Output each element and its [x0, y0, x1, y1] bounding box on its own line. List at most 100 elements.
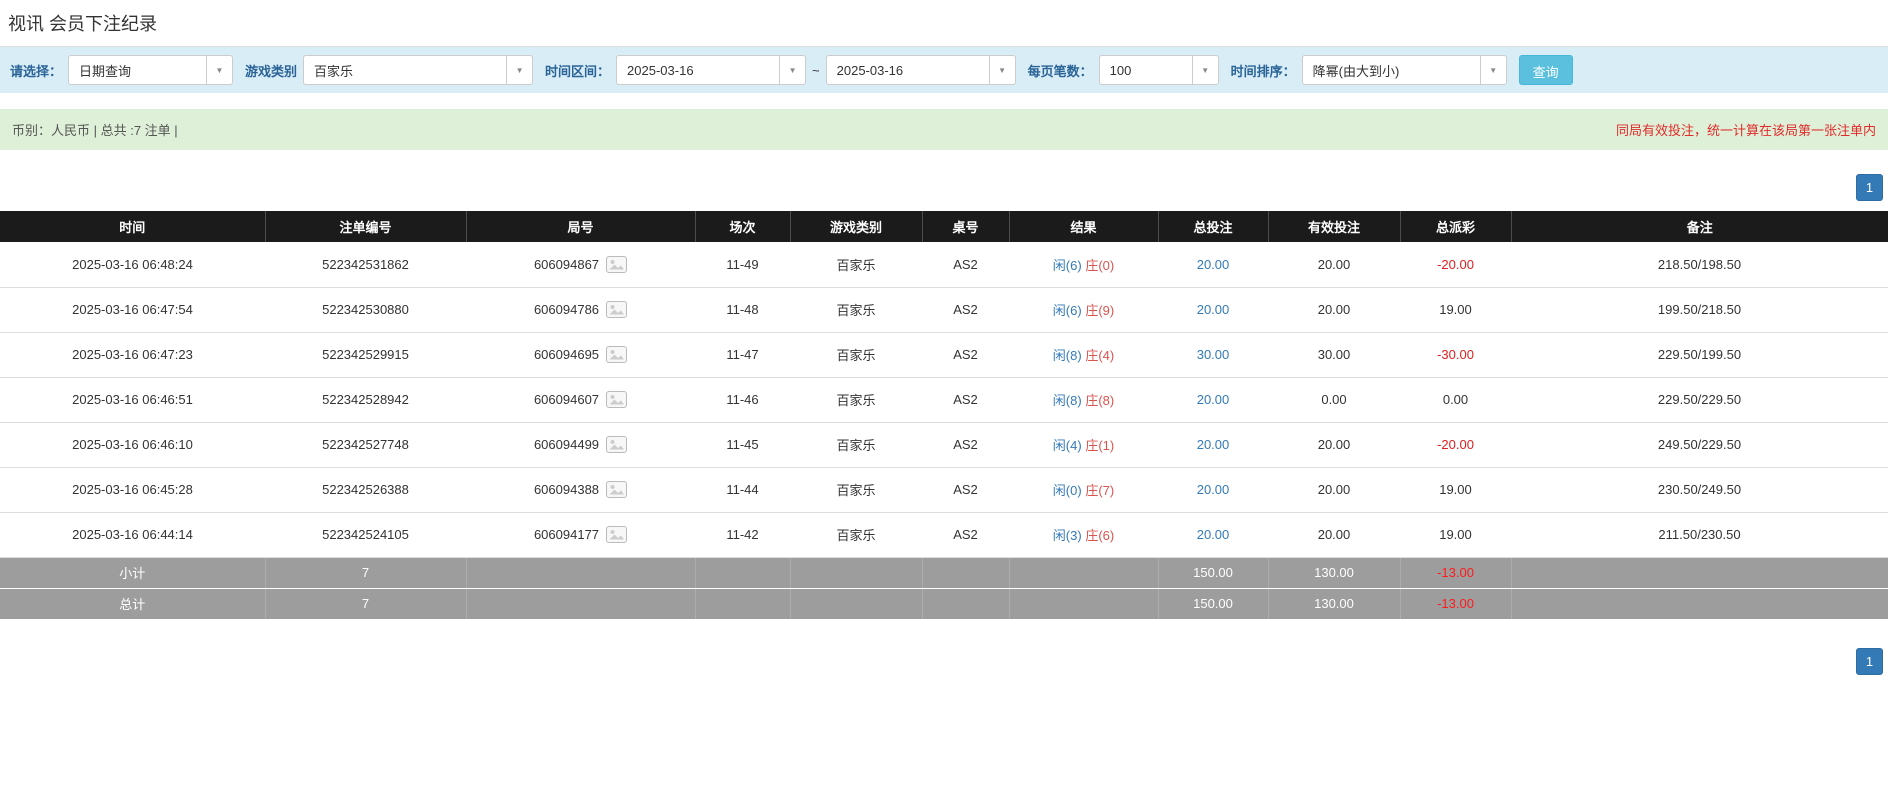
chevron-down-icon: ▼: [1480, 56, 1506, 84]
cell-session: 11-45: [695, 422, 790, 467]
game-type-dropdown[interactable]: 百家乐 ▼: [303, 55, 533, 85]
result-player: 闲(6): [1053, 258, 1082, 273]
query-type-dropdown[interactable]: 日期查询 ▼: [68, 55, 233, 85]
cell-total-bet: 20.00: [1158, 242, 1268, 287]
cell-table-no: AS2: [922, 242, 1009, 287]
cell-result: 闲(6) 庄(9): [1009, 287, 1158, 332]
total-bet-link[interactable]: 20.00: [1197, 302, 1230, 317]
time-range-group: 时间区间： 2025-03-16 ▼ ~ 2025-03-16 ▼: [545, 55, 1016, 85]
round-id-text: 606094786: [534, 302, 599, 317]
page-size-label: 每页笔数：: [1028, 61, 1093, 80]
cell-time: 2025-03-16 06:47:54: [0, 287, 265, 332]
cell-bet-id: 522342530880: [265, 287, 466, 332]
cell-total-bet: 30.00: [1158, 332, 1268, 377]
cell-game-type: 百家乐: [790, 512, 922, 557]
cell-valid-bet: 0.00: [1268, 377, 1400, 422]
result-player: 闲(8): [1053, 348, 1082, 363]
subtotal-valid-bet: 130.00: [1268, 557, 1400, 588]
cell-bet-id: 522342527748: [265, 422, 466, 467]
sort-dropdown[interactable]: 降幂(由大到小) ▼: [1302, 55, 1507, 85]
col-game-type: 游戏类别: [790, 211, 922, 242]
cell-round-id: 606094607: [466, 377, 695, 422]
subtotal-payout: -13.00: [1400, 557, 1511, 588]
cell-total-bet: 20.00: [1158, 377, 1268, 422]
round-id-text: 606094499: [534, 437, 599, 452]
cell-game-type: 百家乐: [790, 467, 922, 512]
table-footer: 小计 7 150.00 130.00 -13.00 总计 7 150.00 13…: [0, 557, 1888, 619]
page-1-button[interactable]: 1: [1856, 174, 1883, 201]
empty-cell: [1511, 557, 1888, 588]
total-bet-link[interactable]: 20.00: [1197, 392, 1230, 407]
cell-remark: 199.50/218.50: [1511, 287, 1888, 332]
cell-round-id: 606094177: [466, 512, 695, 557]
col-payout: 总派彩: [1400, 211, 1511, 242]
round-replay-icon[interactable]: [606, 391, 627, 408]
result-banker: 庄(1): [1085, 438, 1114, 453]
sort-group: 时间排序： 降幂(由大到小) ▼: [1231, 55, 1507, 85]
empty-cell: [695, 557, 790, 588]
result-player: 闲(8): [1053, 393, 1082, 408]
page-1-button[interactable]: 1: [1856, 648, 1883, 675]
col-time: 时间: [0, 211, 265, 242]
total-bet-link[interactable]: 20.00: [1197, 482, 1230, 497]
total-bet-link[interactable]: 20.00: [1197, 437, 1230, 452]
cell-session: 11-47: [695, 332, 790, 377]
round-replay-icon[interactable]: [606, 256, 627, 273]
cell-total-bet: 20.00: [1158, 287, 1268, 332]
cell-session: 11-48: [695, 287, 790, 332]
search-button[interactable]: 查询: [1519, 55, 1573, 85]
query-type-value: 日期查询: [69, 61, 206, 80]
chevron-down-icon: ▼: [506, 56, 532, 84]
col-remark: 备注: [1511, 211, 1888, 242]
result-banker: 庄(7): [1085, 483, 1114, 498]
payout-value: -20.00: [1437, 437, 1474, 452]
date-to-dropdown[interactable]: 2025-03-16 ▼: [826, 55, 1016, 85]
total-bet-link[interactable]: 20.00: [1197, 527, 1230, 542]
sort-label: 时间排序：: [1231, 61, 1296, 80]
payout-value: -20.00: [1437, 257, 1474, 272]
cell-bet-id: 522342524105: [265, 512, 466, 557]
betting-records-table: 时间 注单编号 局号 场次 游戏类别 桌号 结果 总投注 有效投注 总派彩 备注…: [0, 211, 1888, 620]
page-title: 视讯 会员下注纪录: [8, 10, 1878, 36]
page-size-value: 100: [1100, 63, 1192, 78]
cell-remark: 249.50/229.50: [1511, 422, 1888, 467]
cell-game-type: 百家乐: [790, 287, 922, 332]
table-row: 2025-03-16 06:46:10522342527748606094499…: [0, 422, 1888, 467]
round-replay-icon[interactable]: [606, 301, 627, 318]
chevron-down-icon: ▼: [989, 56, 1015, 84]
empty-cell: [466, 557, 695, 588]
total-label: 总计: [0, 588, 265, 619]
round-replay-icon[interactable]: [606, 436, 627, 453]
chevron-down-icon: ▼: [779, 56, 805, 84]
total-valid-bet: 130.00: [1268, 588, 1400, 619]
result-banker: 庄(9): [1085, 303, 1114, 318]
empty-cell: [466, 588, 695, 619]
cell-valid-bet: 20.00: [1268, 467, 1400, 512]
cell-game-type: 百家乐: [790, 332, 922, 377]
cell-game-type: 百家乐: [790, 422, 922, 467]
total-total-bet: 150.00: [1158, 588, 1268, 619]
round-replay-icon[interactable]: [606, 346, 627, 363]
page-size-dropdown[interactable]: 100 ▼: [1099, 55, 1219, 85]
round-id-text: 606094607: [534, 392, 599, 407]
cell-game-type: 百家乐: [790, 377, 922, 422]
summary-bar: 币别：人民币 | 总共 :7 注单 | 同局有效投注，统一计算在该局第一张注单内: [0, 109, 1888, 150]
cell-total-bet: 20.00: [1158, 512, 1268, 557]
cell-session: 11-49: [695, 242, 790, 287]
cell-result: 闲(8) 庄(4): [1009, 332, 1158, 377]
cell-remark: 211.50/230.50: [1511, 512, 1888, 557]
cell-total-bet: 20.00: [1158, 422, 1268, 467]
col-valid-bet: 有效投注: [1268, 211, 1400, 242]
empty-cell: [695, 588, 790, 619]
date-from-dropdown[interactable]: 2025-03-16 ▼: [616, 55, 806, 85]
total-bet-link[interactable]: 30.00: [1197, 347, 1230, 362]
round-replay-icon[interactable]: [606, 526, 627, 543]
result-banker: 庄(6): [1085, 528, 1114, 543]
cell-round-id: 606094695: [466, 332, 695, 377]
cell-valid-bet: 20.00: [1268, 287, 1400, 332]
cell-round-id: 606094499: [466, 422, 695, 467]
cell-valid-bet: 20.00: [1268, 512, 1400, 557]
total-bet-link[interactable]: 20.00: [1197, 257, 1230, 272]
round-replay-icon[interactable]: [606, 481, 627, 498]
col-bet-id: 注单编号: [265, 211, 466, 242]
